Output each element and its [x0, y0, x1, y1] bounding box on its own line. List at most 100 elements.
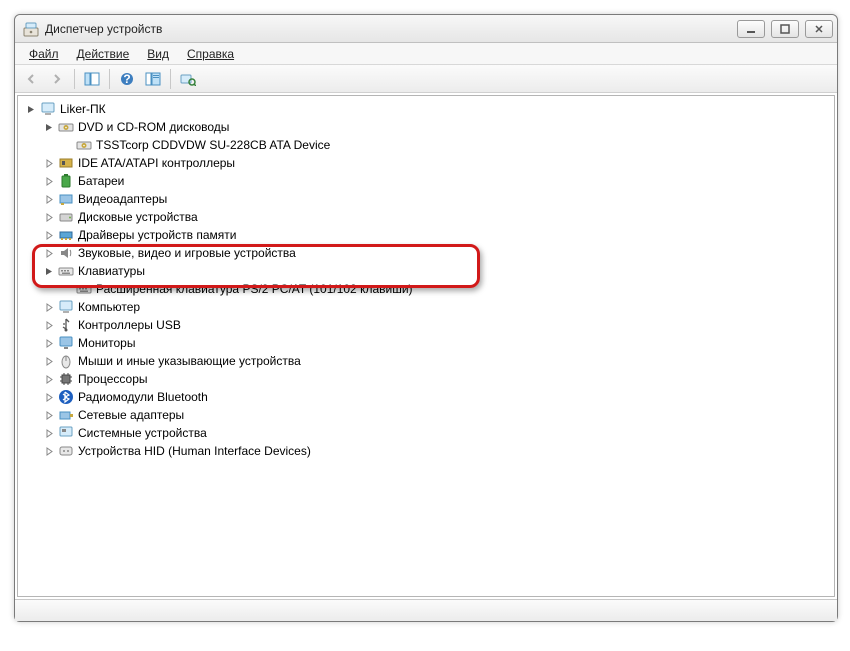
device-tree-panel[interactable]: Liker-ПК DVD и CD-ROM дисководы TSSTcorp… — [17, 95, 835, 597]
toolbar-sep — [109, 69, 110, 89]
display-adapter-icon — [58, 191, 74, 207]
keyboard-icon — [76, 281, 92, 297]
toolbar: ? — [15, 65, 837, 93]
device-tree: Liker-ПК DVD и CD-ROM дисководы TSSTcorp… — [18, 100, 834, 460]
expand-icon[interactable] — [42, 390, 56, 404]
expand-icon[interactable] — [42, 444, 56, 458]
expand-icon[interactable] — [42, 246, 56, 260]
expand-icon[interactable] — [42, 228, 56, 242]
dvd-drive-icon — [76, 137, 92, 153]
node-label: Контроллеры USB — [78, 316, 181, 334]
computer-icon — [58, 299, 74, 315]
disk-drive-icon — [58, 209, 74, 225]
node-label: Мыши и иные указывающие устройства — [78, 352, 301, 370]
menubar: Файл Действие Вид Справка — [15, 43, 837, 65]
tree-node-network[interactable]: Сетевые адаптеры — [18, 406, 834, 424]
toolbar-sep — [74, 69, 75, 89]
expand-icon[interactable] — [42, 408, 56, 422]
tree-node-mouse[interactable]: Мыши и иные указывающие устройства — [18, 352, 834, 370]
properties-button[interactable] — [141, 68, 165, 90]
mouse-icon — [58, 353, 74, 369]
node-label: Радиомодули Bluetooth — [78, 388, 208, 406]
tree-node-disk[interactable]: Дисковые устройства — [18, 208, 834, 226]
titlebar[interactable]: Диспетчер устройств — [15, 15, 837, 43]
tree-node-monitor[interactable]: Мониторы — [18, 334, 834, 352]
collapse-icon[interactable] — [24, 102, 38, 116]
node-label: Видеоадаптеры — [78, 190, 167, 208]
node-label: Компьютер — [78, 298, 140, 316]
statusbar — [15, 599, 837, 621]
node-label: Системные устройства — [78, 424, 207, 442]
scan-hardware-button[interactable] — [176, 68, 200, 90]
window-title: Диспетчер устройств — [45, 22, 737, 36]
tree-node-ide[interactable]: IDE ATA/ATAPI контроллеры — [18, 154, 834, 172]
battery-icon — [58, 173, 74, 189]
node-label: Liker-ПК — [60, 100, 106, 118]
svg-text:?: ? — [123, 72, 130, 86]
menu-help[interactable]: Справка — [179, 45, 242, 63]
node-label: Расширенная клавиатура PS/2 PC/AT (101/1… — [96, 280, 413, 298]
computer-icon — [40, 101, 56, 117]
node-label: Батареи — [78, 172, 124, 190]
forward-button[interactable] — [45, 68, 69, 90]
device-manager-window: Диспетчер устройств Файл Действие Вид Сп… — [14, 14, 838, 622]
tree-node-battery[interactable]: Батареи — [18, 172, 834, 190]
tree-node-memdrv[interactable]: Драйверы устройств памяти — [18, 226, 834, 244]
maximize-button[interactable] — [771, 20, 799, 38]
back-button[interactable] — [19, 68, 43, 90]
minimize-button[interactable] — [737, 20, 765, 38]
expand-icon[interactable] — [42, 318, 56, 332]
show-hide-tree-button[interactable] — [80, 68, 104, 90]
system-device-icon — [58, 425, 74, 441]
help-button[interactable]: ? — [115, 68, 139, 90]
memory-icon — [58, 227, 74, 243]
tree-node-system[interactable]: Системные устройства — [18, 424, 834, 442]
tree-node-computer[interactable]: Компьютер — [18, 298, 834, 316]
node-label: Драйверы устройств памяти — [78, 226, 236, 244]
tree-leaf-keyboard-device[interactable]: Расширенная клавиатура PS/2 PC/AT (101/1… — [18, 280, 834, 298]
node-label: Сетевые адаптеры — [78, 406, 184, 424]
node-label: Звуковые, видео и игровые устройства — [78, 244, 296, 262]
tree-node-audio[interactable]: Звуковые, видео и игровые устройства — [18, 244, 834, 262]
tree-node-dvd[interactable]: DVD и CD-ROM дисководы — [18, 118, 834, 136]
expand-icon[interactable] — [42, 372, 56, 386]
dvd-drive-icon — [58, 119, 74, 135]
node-label: Мониторы — [78, 334, 135, 352]
tree-node-keyboard[interactable]: Клавиатуры — [18, 262, 834, 280]
collapse-icon[interactable] — [42, 120, 56, 134]
expand-icon[interactable] — [42, 300, 56, 314]
node-label: Процессоры — [78, 370, 148, 388]
tree-node-cpu[interactable]: Процессоры — [18, 370, 834, 388]
bluetooth-icon — [58, 389, 74, 405]
expand-icon[interactable] — [42, 354, 56, 368]
node-label: Клавиатуры — [78, 262, 145, 280]
tree-node-hid[interactable]: Устройства HID (Human Interface Devices) — [18, 442, 834, 460]
expand-icon[interactable] — [42, 210, 56, 224]
expand-icon[interactable] — [42, 174, 56, 188]
tree-root[interactable]: Liker-ПК — [18, 100, 834, 118]
toolbar-sep — [170, 69, 171, 89]
audio-icon — [58, 245, 74, 261]
tree-node-bluetooth[interactable]: Радиомодули Bluetooth — [18, 388, 834, 406]
expand-icon[interactable] — [42, 192, 56, 206]
menu-view[interactable]: Вид — [139, 45, 177, 63]
menu-action[interactable]: Действие — [69, 45, 138, 63]
node-label: IDE ATA/ATAPI контроллеры — [78, 154, 235, 172]
controller-icon — [58, 155, 74, 171]
node-label: TSSTcorp CDDVDW SU-228CB ATA Device — [96, 136, 330, 154]
expand-icon[interactable] — [42, 426, 56, 440]
collapse-icon[interactable] — [42, 264, 56, 278]
tree-node-usb[interactable]: Контроллеры USB — [18, 316, 834, 334]
node-label: DVD и CD-ROM дисководы — [78, 118, 229, 136]
network-adapter-icon — [58, 407, 74, 423]
expand-icon[interactable] — [42, 336, 56, 350]
tree-node-video[interactable]: Видеоадаптеры — [18, 190, 834, 208]
keyboard-icon — [58, 263, 74, 279]
node-label: Дисковые устройства — [78, 208, 198, 226]
expand-icon[interactable] — [42, 156, 56, 170]
close-button[interactable] — [805, 20, 833, 38]
menu-file[interactable]: Файл — [21, 45, 67, 63]
tree-leaf-dvd-device[interactable]: TSSTcorp CDDVDW SU-228CB ATA Device — [18, 136, 834, 154]
app-icon — [23, 21, 39, 37]
usb-icon — [58, 317, 74, 333]
